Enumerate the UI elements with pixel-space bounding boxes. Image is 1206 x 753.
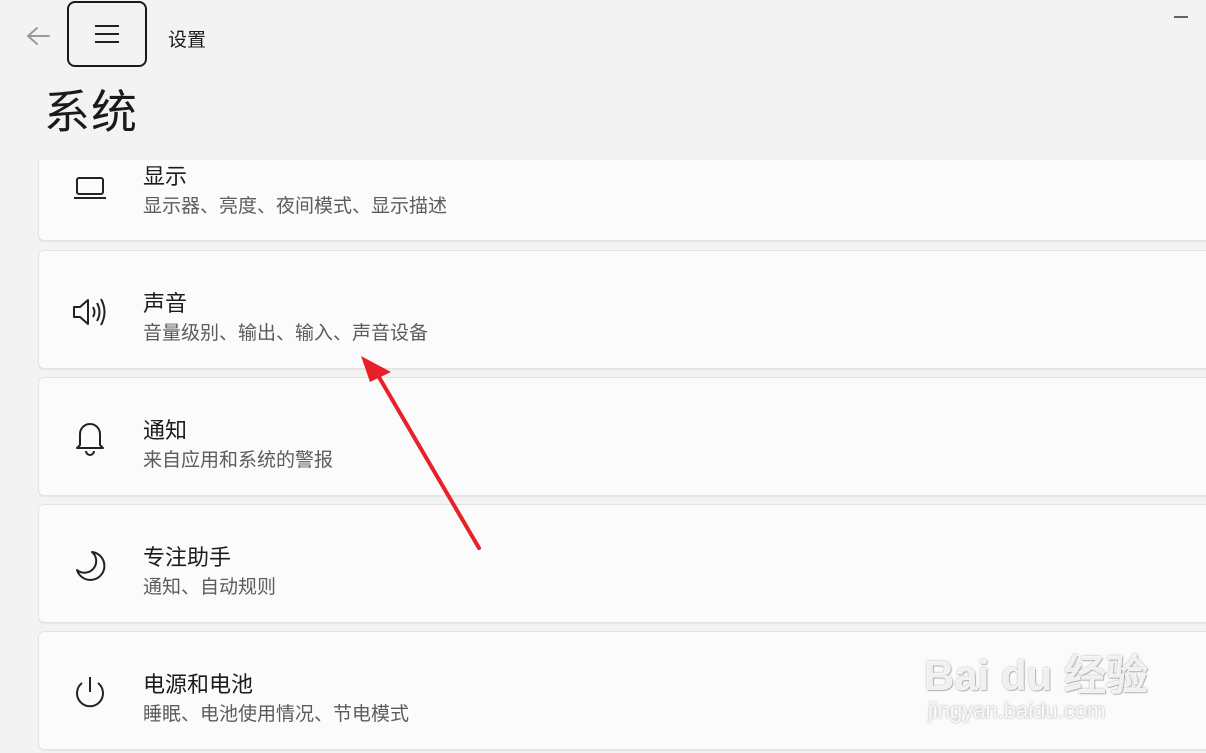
speaker-icon: [69, 291, 111, 333]
hamburger-menu-icon: [95, 25, 119, 43]
settings-item-power[interactable]: 电源和电池 睡眠、电池使用情况、节电模式: [38, 631, 1206, 750]
monitor-icon: [69, 167, 111, 209]
settings-item-focus-assist[interactable]: 专注助手 通知、自动规则: [38, 504, 1206, 623]
item-title: 通知: [143, 419, 188, 444]
navigation-menu-button[interactable]: [67, 1, 147, 67]
moon-icon: [69, 545, 111, 587]
arrow-left-icon: [27, 27, 50, 45]
settings-item-sound[interactable]: 声音 音量级别、输出、输入、声音设备: [38, 250, 1206, 369]
app-title: 设置: [168, 29, 207, 51]
page-title: 系统: [44, 85, 138, 139]
minimize-icon: [1174, 16, 1188, 18]
item-title: 显示: [143, 165, 188, 190]
item-description: 通知、自动规则: [143, 576, 277, 598]
minimize-button[interactable]: [1168, 10, 1194, 24]
item-description: 显示器、亮度、夜间模式、显示描述: [143, 195, 448, 217]
item-description: 音量级别、输出、输入、声音设备: [143, 322, 429, 344]
settings-item-notifications[interactable]: 通知 来自应用和系统的警报: [38, 377, 1206, 496]
power-icon: [69, 672, 111, 714]
item-title: 专注助手: [143, 546, 232, 571]
item-description: 睡眠、电池使用情况、节电模式: [143, 703, 410, 725]
bell-icon: [69, 416, 111, 458]
back-button[interactable]: [20, 20, 56, 52]
item-title: 电源和电池: [143, 673, 254, 698]
title-bar: 设置: [0, 0, 1206, 72]
item-description: 来自应用和系统的警报: [143, 449, 334, 471]
item-title: 声音: [143, 292, 188, 317]
